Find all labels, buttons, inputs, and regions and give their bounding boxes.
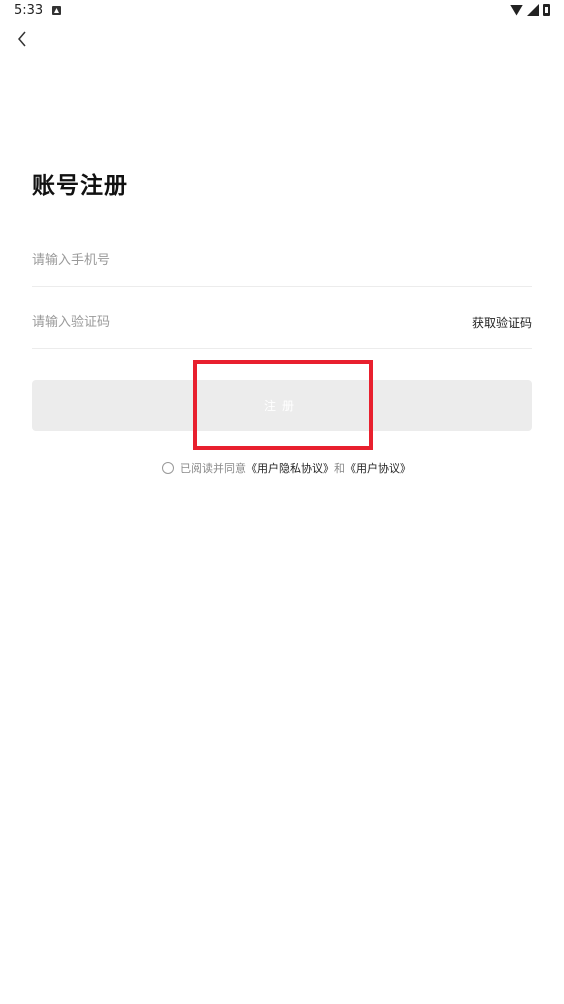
verification-code-input[interactable]: [32, 302, 412, 342]
privacy-policy-link[interactable]: 《用户隐私协议》: [246, 460, 334, 476]
code-field-row: 获取验证码: [32, 302, 532, 349]
battery-icon: [543, 4, 550, 16]
status-bar: 5:33: [0, 0, 564, 24]
get-code-button[interactable]: 获取验证码: [472, 314, 532, 331]
back-button[interactable]: [12, 28, 34, 50]
wifi-icon: [510, 4, 523, 16]
phone-input[interactable]: [32, 240, 412, 280]
agree-checkbox[interactable]: [162, 462, 174, 474]
phone-field-row: [32, 240, 532, 287]
user-agreement-link[interactable]: 《用户协议》: [345, 460, 411, 476]
agreement-row: 已阅读并同意 《用户隐私协议》 和 《用户协议》: [162, 460, 411, 476]
signal-icon: [527, 4, 539, 16]
agreement-prefix: 已阅读并同意: [180, 462, 246, 475]
chevron-left-icon: [18, 31, 26, 47]
agreement-conjunction: 和: [334, 462, 345, 475]
page-title: 账号注册: [32, 173, 128, 199]
register-button[interactable]: 注册: [32, 380, 532, 431]
notification-icon: [52, 6, 61, 15]
status-time: 5:33: [14, 3, 44, 18]
status-icons: [510, 4, 550, 16]
